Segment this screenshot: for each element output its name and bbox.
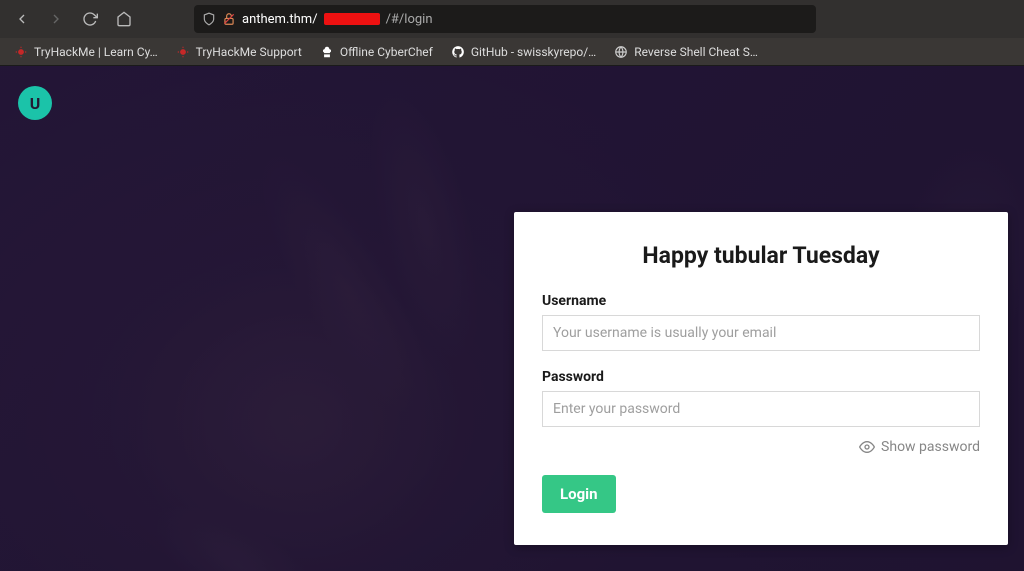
logo-letter: U xyxy=(30,94,41,113)
lock-insecure-icon xyxy=(222,12,236,26)
umbraco-logo[interactable]: U xyxy=(18,86,52,120)
password-label: Password xyxy=(542,369,980,385)
bookmark-label: TryHackMe | Learn Cy… xyxy=(34,45,158,59)
thm-icon xyxy=(14,45,28,59)
username-input[interactable] xyxy=(542,315,980,351)
login-title: Happy tubular Tuesday xyxy=(542,242,980,269)
page-content: U Happy tubular Tuesday Username Passwor… xyxy=(0,66,1024,571)
bookmark-revshell[interactable]: Reverse Shell Cheat S… xyxy=(606,42,766,62)
logo-circle-icon: U xyxy=(18,86,52,120)
password-input[interactable] xyxy=(542,391,980,427)
username-label: Username xyxy=(542,293,980,309)
forward-button[interactable] xyxy=(42,5,70,33)
reload-icon xyxy=(82,11,98,27)
browser-toolbar: anthem.thm/ /#/login xyxy=(0,0,1024,38)
bookmarks-bar: TryHackMe | Learn Cy… TryHackMe Support … xyxy=(0,38,1024,66)
show-password-toggle[interactable]: Show password xyxy=(542,439,980,455)
bookmark-cyberchef[interactable]: Offline CyberChef xyxy=(312,42,441,62)
bookmark-label: GitHub - swisskyrepo/… xyxy=(471,45,596,59)
github-icon xyxy=(451,45,465,59)
address-path: /#/login xyxy=(386,12,433,27)
home-button[interactable] xyxy=(110,5,138,33)
bookmark-thm-support[interactable]: TryHackMe Support xyxy=(168,42,310,62)
show-password-label: Show password xyxy=(881,439,980,455)
globe-icon xyxy=(614,45,628,59)
home-icon xyxy=(116,11,132,27)
bookmark-label: Offline CyberChef xyxy=(340,45,433,59)
back-arrow-icon xyxy=(14,11,30,27)
address-redacted xyxy=(324,13,380,25)
bookmark-thm-learn[interactable]: TryHackMe | Learn Cy… xyxy=(6,42,166,62)
bookmark-github-swissky[interactable]: GitHub - swisskyrepo/… xyxy=(443,42,604,62)
eye-icon xyxy=(859,439,875,455)
shield-icon xyxy=(202,12,216,26)
login-button[interactable]: Login xyxy=(542,475,616,513)
forward-arrow-icon xyxy=(48,11,64,27)
bookmark-label: TryHackMe Support xyxy=(196,45,302,59)
address-domain: anthem.thm/ xyxy=(242,12,318,27)
login-card: Happy tubular Tuesday Username Password … xyxy=(514,212,1008,545)
address-bar[interactable]: anthem.thm/ /#/login xyxy=(194,5,816,33)
reload-button[interactable] xyxy=(76,5,104,33)
thm-icon xyxy=(176,45,190,59)
back-button[interactable] xyxy=(8,5,36,33)
bookmark-label: Reverse Shell Cheat S… xyxy=(634,45,758,59)
chef-icon xyxy=(320,45,334,59)
